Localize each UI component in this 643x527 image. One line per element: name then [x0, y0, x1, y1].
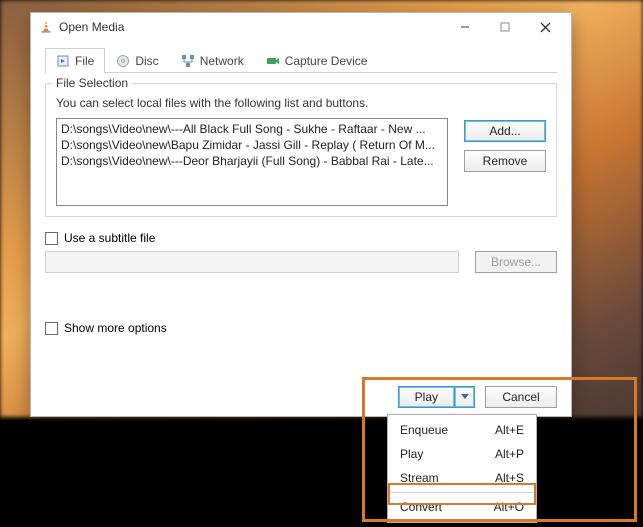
play-dropdown-arrow[interactable] [455, 386, 475, 408]
file-selection-hint: You can select local files with the foll… [56, 96, 546, 110]
close-button[interactable] [525, 15, 565, 39]
menu-separator [390, 492, 534, 493]
menu-label: Convert [400, 499, 494, 515]
video-black-bar [0, 417, 643, 527]
tab-label: Network [200, 54, 244, 68]
menu-item-convert[interactable]: Convert Alt+O [388, 495, 536, 519]
menu-item-enqueue[interactable]: Enqueue Alt+E [388, 418, 536, 442]
button-label: Remove [483, 154, 528, 168]
button-label: Browse... [491, 255, 541, 269]
list-item[interactable]: D:\songs\Video\new\---Deor Bharjayii (Fu… [61, 153, 443, 169]
browse-subtitle-button: Browse... [475, 251, 557, 273]
play-split-button[interactable]: Play [398, 386, 475, 408]
tab-capture-device[interactable]: Capture Device [255, 47, 379, 73]
tab-network[interactable]: Network [170, 47, 255, 73]
menu-shortcut: Alt+S [495, 470, 524, 486]
tab-label: File [75, 54, 94, 68]
subtitle-path-input [45, 251, 459, 273]
open-media-dialog: Open Media File Disc Network [30, 12, 572, 417]
menu-item-stream[interactable]: Stream Alt+S [388, 466, 536, 490]
remove-button[interactable]: Remove [464, 150, 546, 172]
play-dropdown-menu: Enqueue Alt+E Play Alt+P Stream Alt+S Co… [387, 414, 537, 523]
menu-label: Enqueue [400, 422, 495, 438]
list-item[interactable]: D:\songs\Video\new\Bapu Zimidar - Jassi … [61, 137, 443, 153]
window-title: Open Media [59, 20, 445, 34]
menu-shortcut: Alt+O [494, 499, 524, 515]
tab-label: Disc [135, 54, 158, 68]
vlc-cone-icon [39, 20, 53, 34]
menu-label: Stream [400, 470, 495, 486]
menu-label: Play [400, 446, 495, 462]
use-subtitle-checkbox[interactable] [45, 232, 58, 245]
play-button[interactable]: Play [398, 386, 455, 408]
source-tabs: File Disc Network Capture Device [45, 47, 557, 73]
tab-file[interactable]: File [45, 48, 105, 74]
button-label: Add... [489, 124, 520, 138]
maximize-button[interactable] [485, 15, 525, 39]
file-selection-group: File Selection You can select local file… [45, 83, 557, 217]
titlebar: Open Media [31, 13, 571, 41]
file-icon [56, 54, 70, 68]
capture-icon [266, 54, 280, 68]
use-subtitle-label: Use a subtitle file [64, 231, 155, 245]
add-button[interactable]: Add... [464, 120, 546, 142]
minimize-button[interactable] [445, 15, 485, 39]
tab-disc[interactable]: Disc [105, 47, 169, 73]
button-label: Play [415, 390, 438, 404]
menu-shortcut: Alt+E [495, 422, 524, 438]
tab-label: Capture Device [285, 54, 368, 68]
menu-item-play[interactable]: Play Alt+P [388, 442, 536, 466]
list-item[interactable]: D:\songs\Video\new\---All Black Full Son… [61, 121, 443, 137]
disc-icon [116, 54, 130, 68]
show-more-options-checkbox[interactable] [45, 322, 58, 335]
network-icon [181, 54, 195, 68]
menu-shortcut: Alt+P [495, 446, 524, 462]
button-label: Cancel [502, 390, 539, 404]
group-legend: File Selection [52, 76, 132, 90]
file-listbox[interactable]: D:\songs\Video\new\---All Black Full Son… [56, 118, 448, 206]
show-more-options-label: Show more options [64, 321, 167, 335]
cancel-button[interactable]: Cancel [485, 386, 557, 408]
